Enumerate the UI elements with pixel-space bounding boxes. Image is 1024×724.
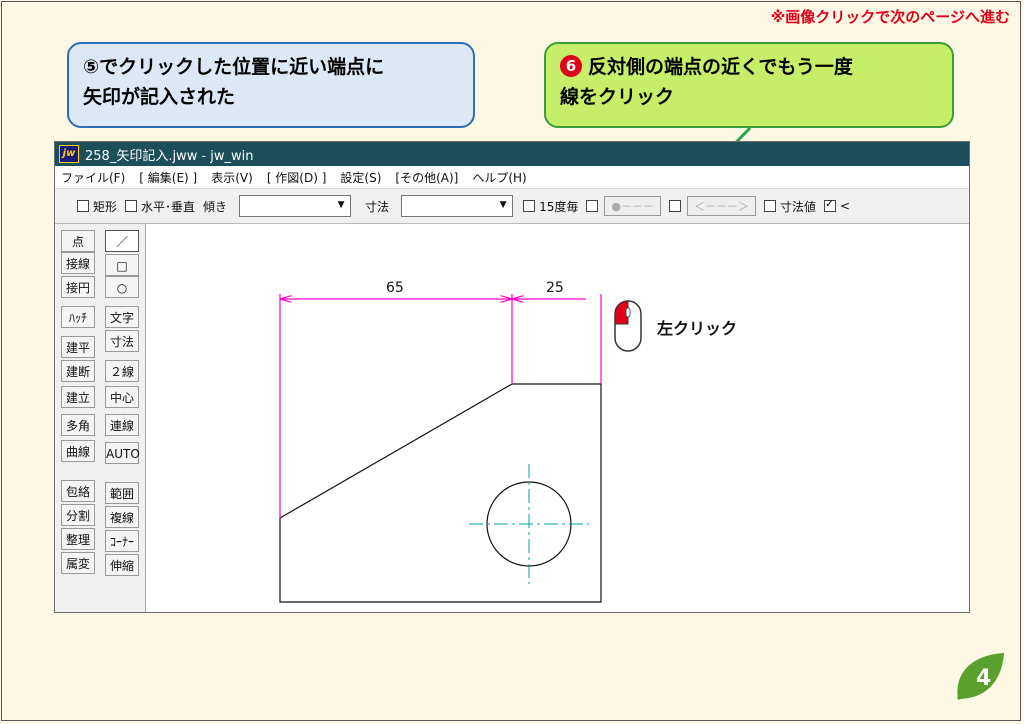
menu-edit[interactable]: [ 編集(E) ]	[139, 169, 197, 186]
menu-other[interactable]: [その他(A)]	[395, 169, 458, 186]
tool-right-8[interactable]: AUTO	[105, 442, 140, 464]
tool-left-11[interactable]: 整理	[61, 528, 95, 550]
drawing-canvas[interactable]: 65 25	[146, 224, 969, 612]
page-number-leaf-icon: 4	[956, 653, 1004, 701]
arrow-checkbox[interactable]: <	[823, 197, 850, 213]
dim-text-65: 65	[386, 280, 404, 296]
callout-step5: ⑤でクリックした位置に近い端点に 矢印が記入された	[67, 42, 475, 128]
tool-left-5[interactable]: 建断	[61, 360, 95, 382]
tool-right-3[interactable]: 文字	[105, 306, 139, 328]
callout-step5-line1: ⑤でクリックした位置に近い端点に	[83, 56, 385, 78]
point-arrow-option[interactable]: ●－－－	[586, 196, 661, 216]
callout-step6-line1: 6 反対側の端点の近くでもう一度	[560, 52, 938, 82]
tilt-select[interactable]: ▼	[239, 195, 352, 217]
tool-left-0[interactable]: 点	[61, 230, 95, 252]
tool-right-5[interactable]: ２線	[105, 360, 139, 382]
tool-left-6[interactable]: 建立	[61, 386, 95, 408]
deg15-checkbox[interactable]: 15度毎	[523, 198, 578, 215]
tool-right-12[interactable]: 伸縮	[105, 554, 139, 576]
callout-step6-line2: 線をクリック	[560, 86, 675, 108]
app-logo-icon: jw	[59, 145, 79, 163]
part-outline	[279, 383, 602, 603]
dimension-lines	[279, 294, 602, 518]
tool-left-4[interactable]: 建平	[61, 336, 95, 358]
tool-left-9[interactable]: 包絡	[61, 480, 95, 502]
menu-bar: ファイル(F) [ 編集(E) ] 表示(V) [ 作図(D) ] 設定(S) …	[55, 166, 969, 188]
window-title: 258_矢印記入.jww - jw_win	[85, 148, 254, 164]
menu-draw[interactable]: [ 作図(D) ]	[267, 169, 327, 186]
drawing-svg: 65 25	[279, 280, 602, 603]
tool-right-1[interactable]: □	[105, 254, 139, 276]
left-click-label: 左クリック	[657, 319, 738, 338]
mouse-left-click-icon	[614, 300, 642, 352]
rect-checkbox[interactable]: 矩形	[77, 198, 117, 215]
tool-left-10[interactable]: 分割	[61, 504, 95, 526]
hv-checkbox[interactable]: 水平･垂直	[125, 198, 195, 215]
chevron-down-icon: ▼	[337, 200, 345, 210]
title-bar: jw 258_矢印記入.jww - jw_win	[55, 142, 969, 166]
tool-left-2[interactable]: 接円	[61, 276, 95, 298]
menu-view[interactable]: 表示(V)	[211, 169, 253, 186]
tool-palette: 点接線接円 ﾊｯﾁ 建平建断建立多角形曲線包絡分割整理属変 ／□○ 文字寸法 ２線中心線連…	[55, 224, 146, 612]
tool-right-7[interactable]: 連線	[105, 414, 139, 436]
next-page-note[interactable]: ※画像クリックで次のページへ進む	[771, 6, 1010, 27]
tool-left-8[interactable]: 曲線	[61, 440, 95, 462]
tool-left-3[interactable]: ﾊｯﾁ	[61, 306, 95, 328]
tilt-label: 傾き	[203, 199, 228, 214]
chevron-down-icon: ▼	[499, 200, 507, 210]
tool-right-10[interactable]: 複線	[105, 506, 139, 528]
tool-right-4[interactable]: 寸法	[105, 330, 139, 352]
tool-right-0[interactable]: ／	[105, 230, 139, 252]
tool-right-9[interactable]: 範囲	[105, 482, 139, 504]
tool-left-12[interactable]: 属変	[61, 552, 95, 574]
tool-right-6[interactable]: 中心線	[105, 386, 139, 427]
tool-left-1[interactable]: 接線	[61, 252, 95, 274]
menu-help[interactable]: ヘルプ(H)	[472, 169, 526, 186]
step-number-badge: 6	[560, 55, 582, 77]
dim-text-25: 25	[546, 280, 564, 296]
callout-step5-line2: 矢印が記入された	[83, 86, 236, 108]
hole-circle	[469, 464, 589, 584]
dim-label: 寸法	[365, 199, 390, 214]
dim-select[interactable]: ▼	[401, 195, 514, 217]
tool-left-7[interactable]: 多角形	[61, 414, 95, 455]
menu-file[interactable]: ファイル(F)	[61, 169, 125, 186]
double-arrow-option[interactable]: ＜－－－＞	[668, 196, 756, 216]
jw-win-window: jw 258_矢印記入.jww - jw_win ファイル(F) [ 編集(E)…	[54, 141, 970, 613]
menu-settings[interactable]: 設定(S)	[340, 169, 381, 186]
callout-step6: 6 反対側の端点の近くでもう一度 線をクリック	[544, 42, 954, 128]
dimval-checkbox[interactable]: 寸法値	[763, 198, 816, 215]
page-number: 4	[976, 666, 991, 691]
tool-right-2[interactable]: ○	[105, 276, 139, 298]
tool-options-bar: 矩形 水平･垂直 傾き ▼ 寸法 ▼ 15度毎 ●－－－ ＜－－－＞ 寸法値 <	[55, 188, 969, 224]
tool-right-11[interactable]: ｺｰﾅｰ	[105, 530, 139, 552]
